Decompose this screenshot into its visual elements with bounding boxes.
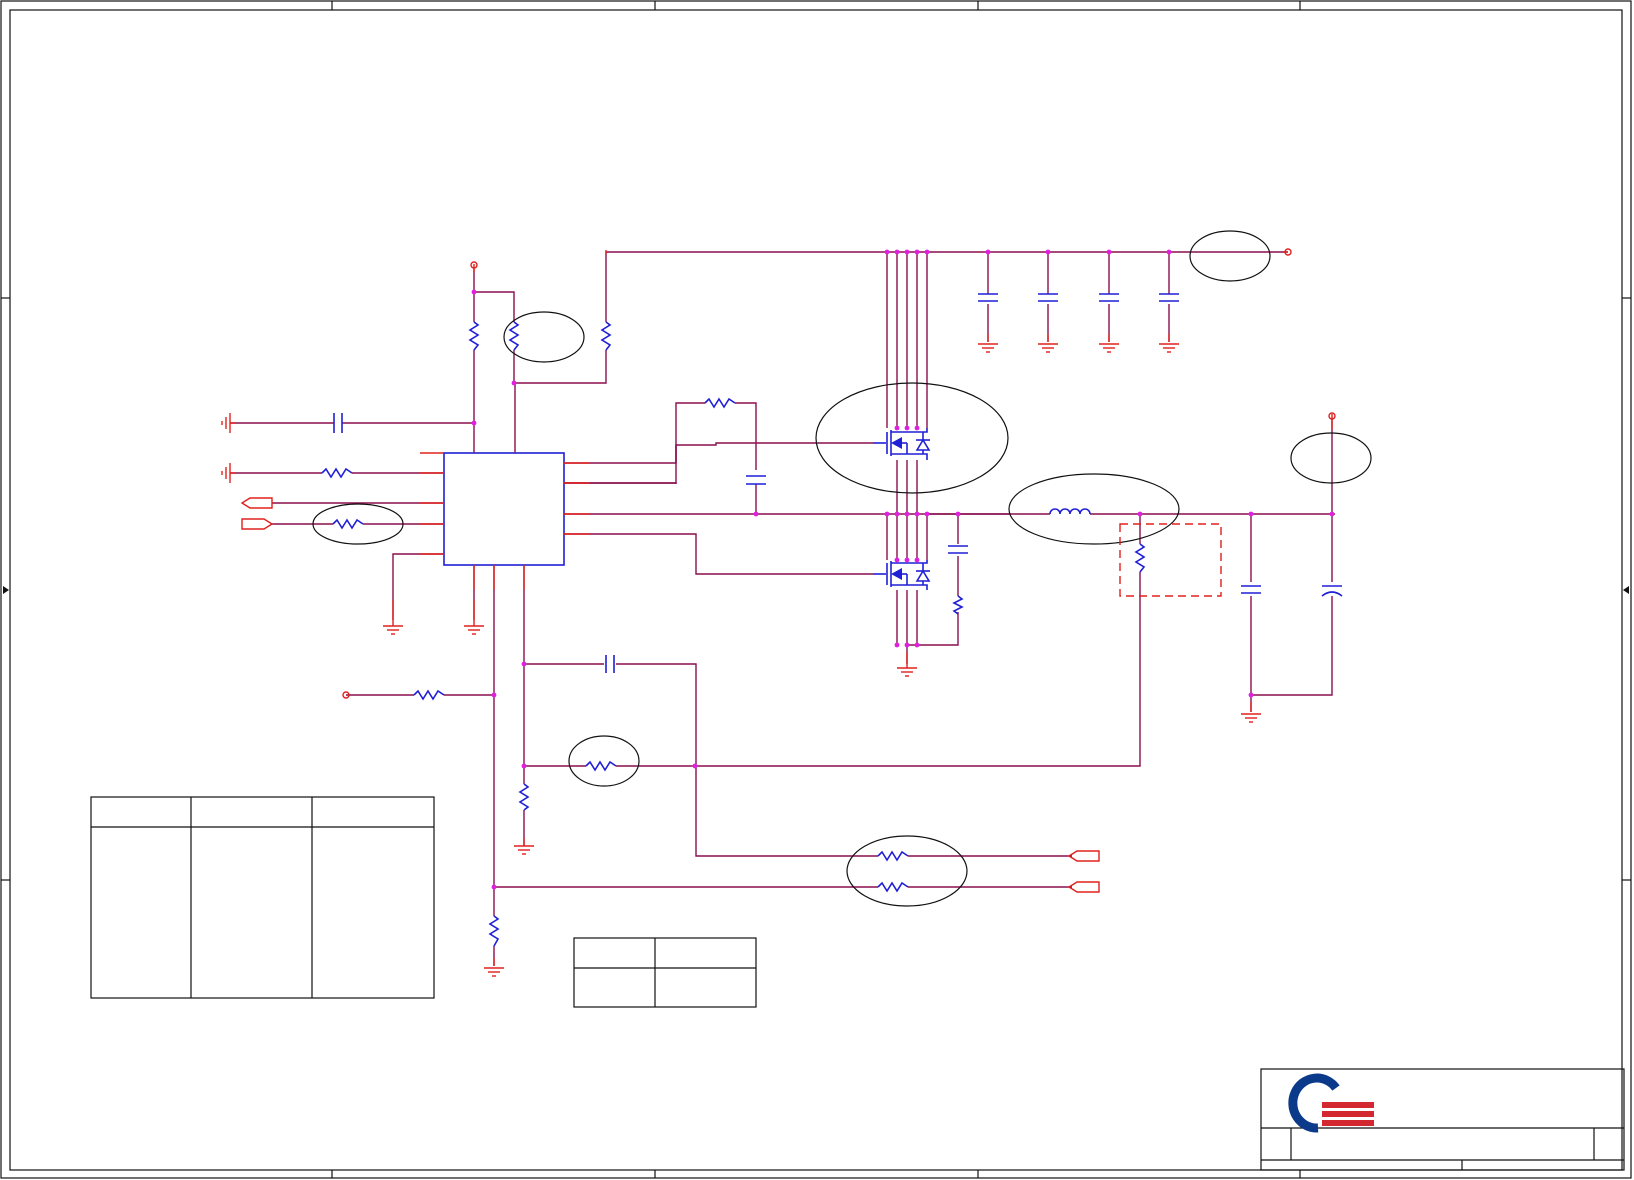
low-side-mosfet [873, 560, 931, 590]
resistor-icon [585, 760, 617, 772]
port-icon [1067, 850, 1100, 862]
junctions [471, 249, 1335, 890]
capacitor-icon [1321, 585, 1343, 597]
resistor-icon [468, 321, 480, 351]
resistor-icon [877, 881, 909, 893]
optional-component-box [1119, 523, 1222, 597]
mosfet-icon [873, 428, 931, 460]
high-side-mosfet [873, 428, 931, 460]
grounds [221, 343, 1261, 977]
resistor-icon [518, 783, 530, 811]
controller-ic [443, 452, 565, 566]
resistor-icon [508, 321, 520, 351]
resistor-icon [1134, 543, 1146, 573]
resistor-icon [332, 518, 364, 530]
inductor-icon [1049, 508, 1091, 515]
capacitor-icon [605, 655, 615, 673]
bom-table [90, 796, 435, 999]
port-icon [240, 497, 273, 509]
company-logo [1288, 1073, 1374, 1133]
capacitor-icon [1241, 585, 1261, 594]
ground-icon [897, 664, 917, 677]
sheet-frame [0, 0, 1632, 1179]
port-icon [241, 518, 274, 530]
ground-icon [464, 620, 484, 635]
ground-icon [978, 343, 998, 353]
resistors [321, 321, 1146, 947]
pin-stubs [392, 250, 1333, 966]
schematic-sheet [0, 0, 1634, 1180]
ground-icon [1159, 343, 1179, 353]
resistor-icon [877, 850, 909, 862]
schematic-canvas [0, 0, 1632, 1179]
resistor-icon [321, 467, 353, 479]
resistor-icon [488, 915, 500, 947]
capacitor-icon [978, 293, 998, 302]
capacitor-icon [333, 413, 343, 433]
ground-icon [221, 413, 236, 433]
capacitor-icon [1159, 293, 1179, 302]
capacitor-icon [1038, 293, 1058, 302]
capacitor-icon [948, 545, 968, 554]
resistor-icon [952, 595, 964, 615]
ground-icon [1241, 713, 1261, 723]
resistor-icon [704, 397, 736, 409]
ground-icon [1099, 343, 1119, 353]
ground-icon [514, 845, 534, 855]
capacitor-icon [746, 475, 766, 485]
ground-icon [221, 463, 236, 483]
ground-icon [1038, 343, 1058, 353]
ground-icon [484, 967, 504, 977]
resistor-icon [413, 689, 445, 701]
port-icon [1067, 881, 1100, 893]
capacitor-icon [1099, 293, 1119, 302]
wires [230, 251, 1335, 966]
capacitors [333, 293, 1343, 673]
mosfet-icon [873, 560, 931, 590]
ground-icon [383, 620, 403, 635]
callouts [312, 230, 1372, 907]
title-block [1260, 1068, 1625, 1171]
resistor-icon [600, 321, 612, 351]
option-table [573, 937, 757, 1008]
